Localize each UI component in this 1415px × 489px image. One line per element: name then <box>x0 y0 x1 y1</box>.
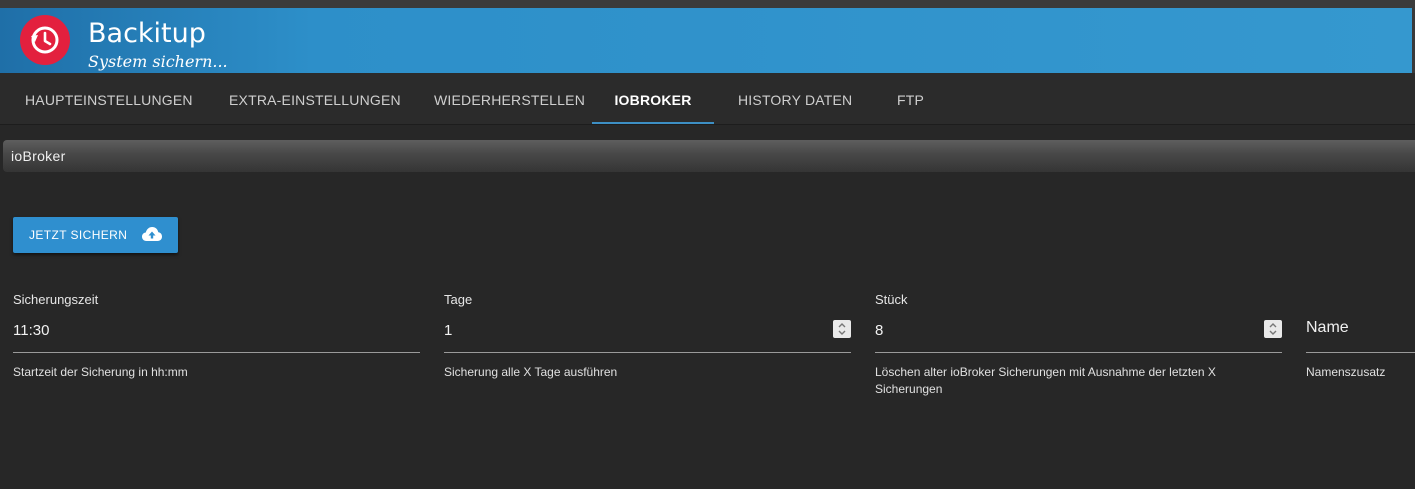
section-title: ioBroker <box>11 148 66 164</box>
days-label: Tage <box>444 292 473 307</box>
days-help: Sicherung alle X Tage ausführen <box>444 365 618 379</box>
backup-clock-icon <box>20 15 70 65</box>
tab-extra-einstellungen[interactable]: EXTRA-EINSTELLUNGEN <box>229 73 401 125</box>
days-underline <box>444 352 851 353</box>
backup-time-help: Startzeit der Sicherung in hh:mm <box>13 365 188 379</box>
count-input[interactable]: 8 <box>875 322 1255 339</box>
count-label: Stück <box>875 292 908 307</box>
cloud-upload-icon <box>141 225 163 248</box>
name-help: Namenszusatz <box>1306 365 1386 379</box>
days-stepper[interactable] <box>833 320 851 338</box>
backup-time-input[interactable]: 11:30 <box>13 322 418 339</box>
section-header: ioBroker <box>3 140 1415 172</box>
tab-iobroker[interactable]: IOBROKER <box>592 73 714 125</box>
app-title: Backitup <box>88 18 206 49</box>
tab-wiederherstellen[interactable]: WIEDERHERSTELLEN <box>434 73 585 125</box>
app-subtitle: System sichern... <box>88 52 228 71</box>
backup-time-label: Sicherungszeit <box>13 292 99 307</box>
days-input[interactable]: 1 <box>444 322 824 339</box>
name-underline <box>1306 352 1415 353</box>
backup-now-button[interactable]: JETZT SICHERN <box>13 217 178 253</box>
count-stepper[interactable] <box>1264 320 1282 338</box>
count-underline <box>875 352 1282 353</box>
tab-haupteinstellungen[interactable]: HAUPTEINSTELLUNGEN <box>25 73 193 125</box>
count-help: Löschen alter ioBroker Sicherungen mit A… <box>875 365 1216 396</box>
backup-time-underline <box>13 352 420 353</box>
active-tab-indicator <box>592 122 714 124</box>
app-header: Backitup System sichern... <box>0 8 1415 73</box>
tab-history-daten[interactable]: HISTORY DATEN <box>738 73 852 125</box>
tab-ftp[interactable]: FTP <box>897 73 924 125</box>
name-input-label[interactable]: Name <box>1306 319 1349 337</box>
backup-now-label: JETZT SICHERN <box>29 228 128 242</box>
tab-bar: HAUPTEINSTELLUNGEN EXTRA-EINSTELLUNGEN W… <box>0 73 1415 125</box>
window-top-strip <box>0 0 1415 8</box>
